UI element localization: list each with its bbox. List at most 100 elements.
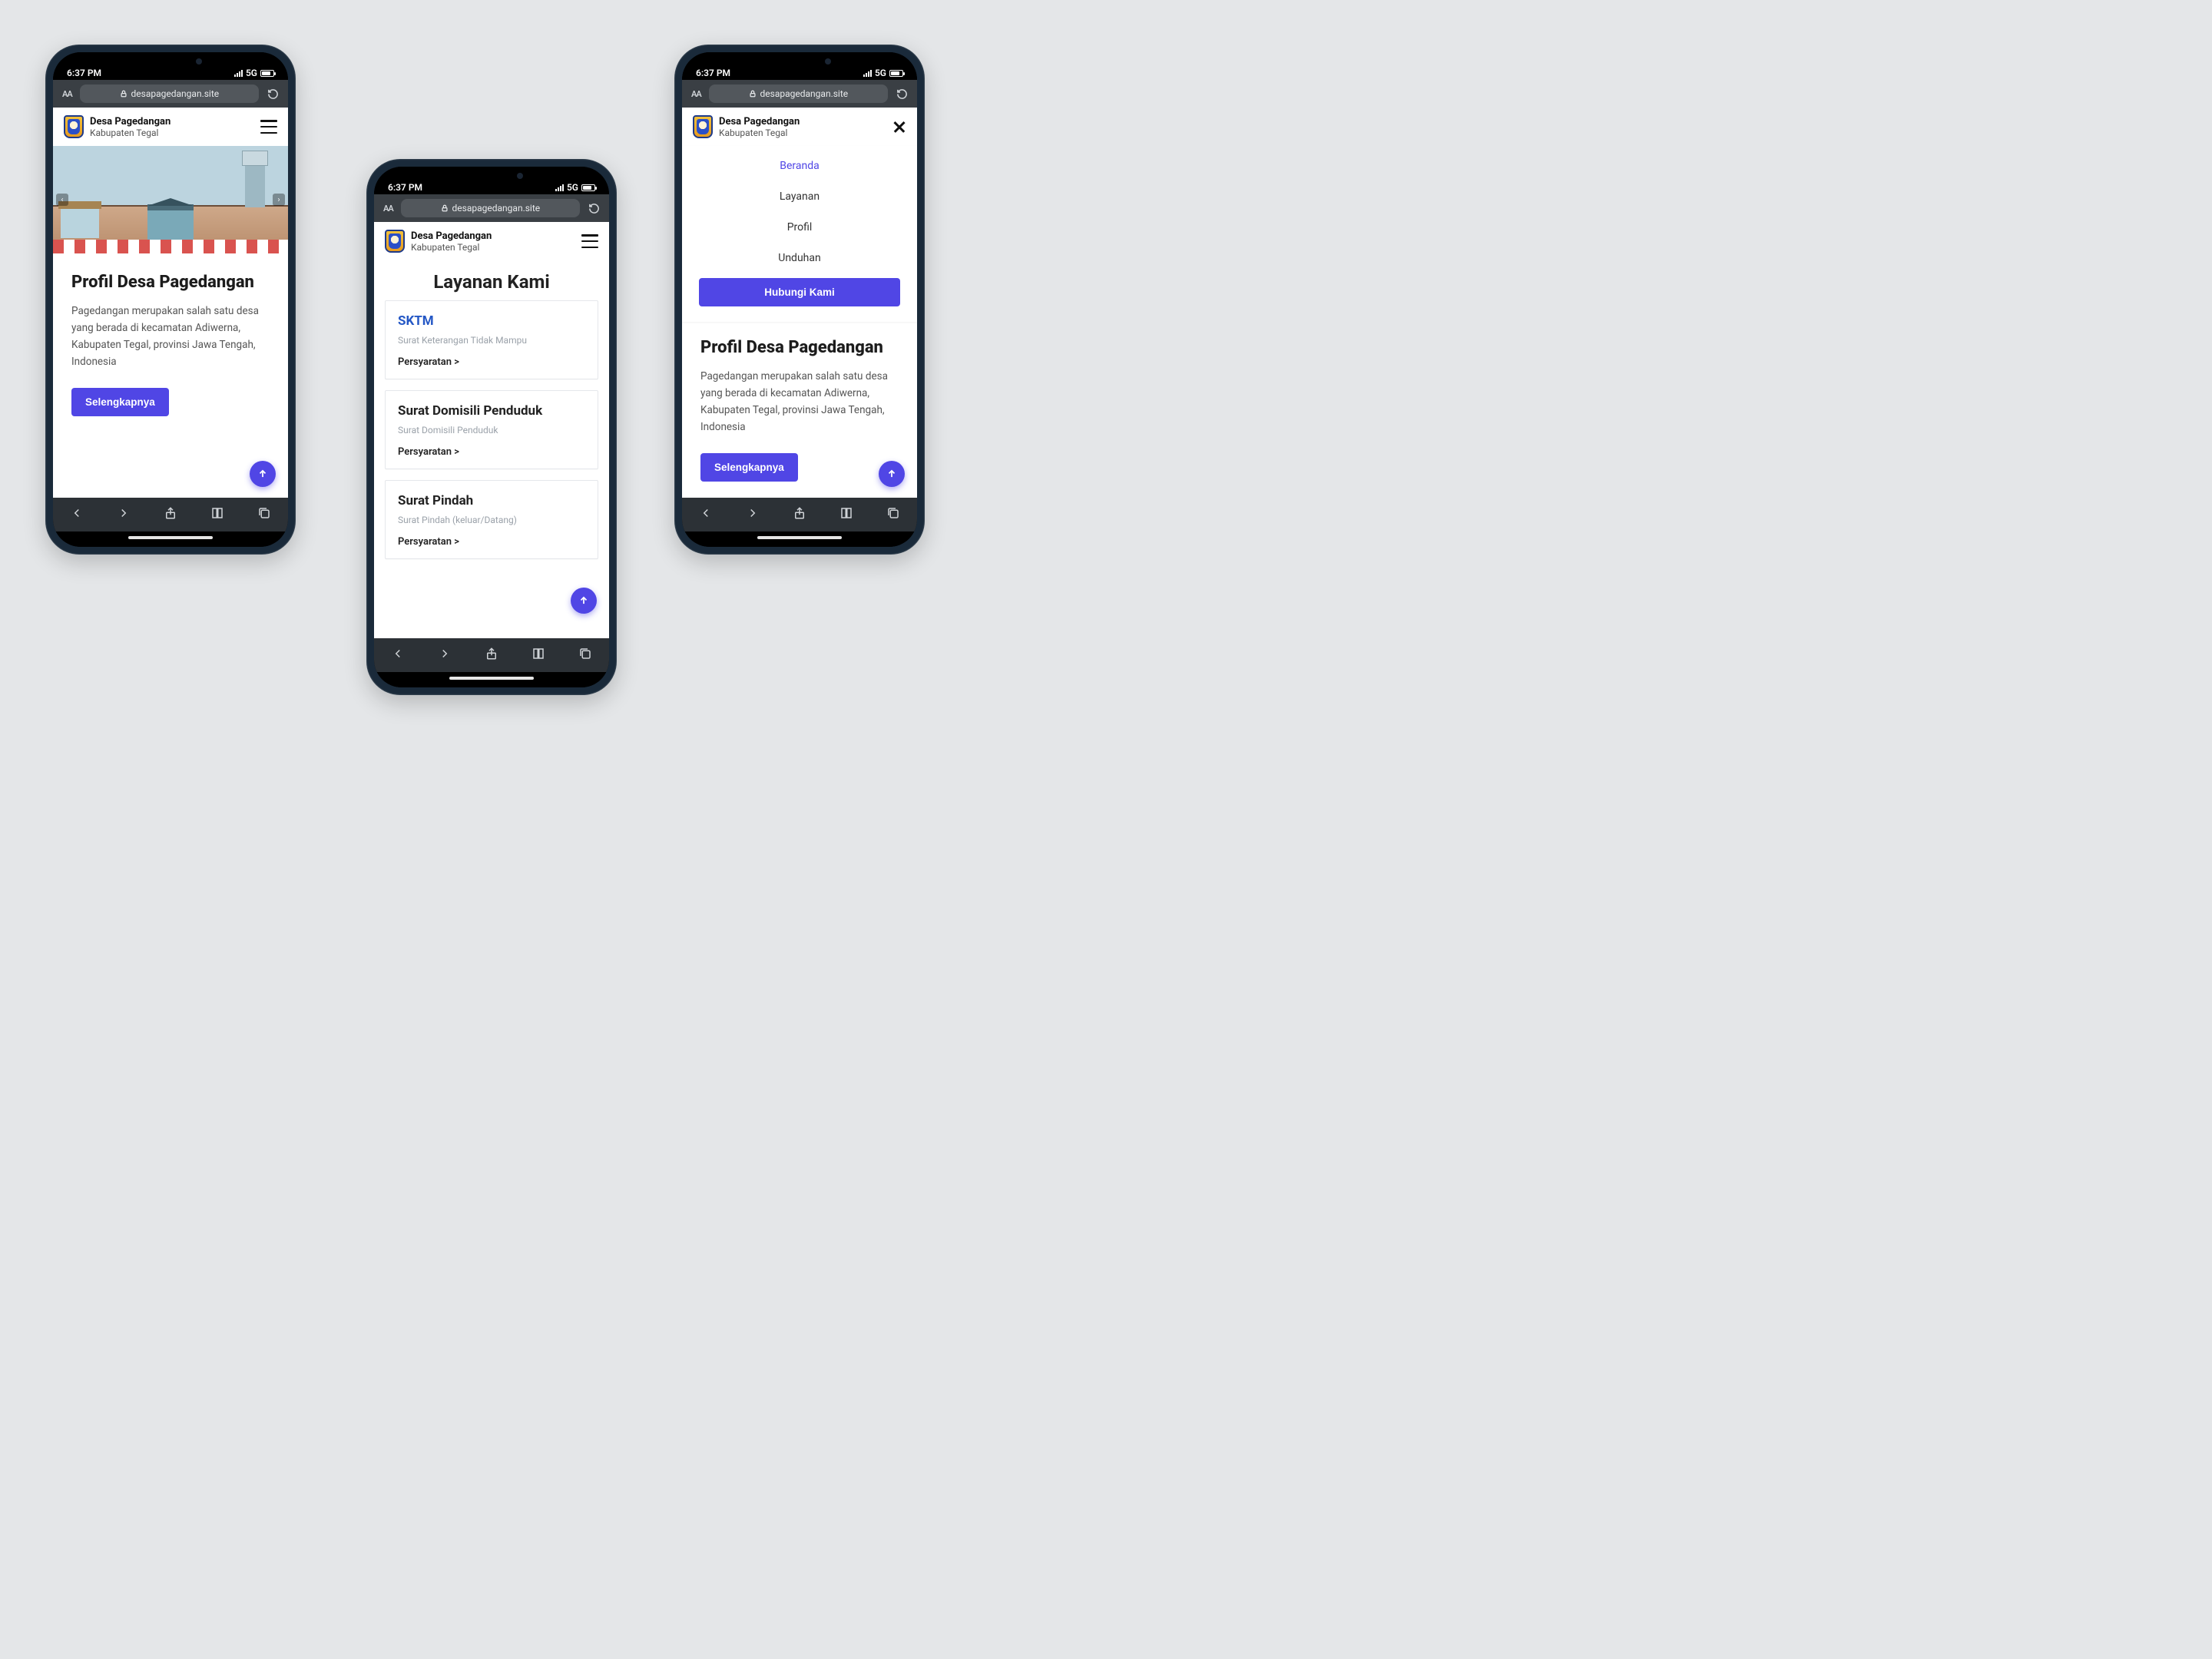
browser-tabs[interactable] (578, 647, 592, 664)
signal-icon (863, 70, 872, 77)
reload-icon (588, 203, 600, 214)
browser-back[interactable] (70, 506, 84, 523)
hero-carousel[interactable]: ‹ › (53, 146, 288, 253)
nav-item-layanan[interactable]: Layanan (699, 181, 900, 212)
hubungi-kami-button[interactable]: Hubungi Kami (699, 278, 900, 306)
arrow-up-icon (578, 595, 589, 606)
menu-close-button[interactable] (892, 120, 906, 134)
browser-share[interactable] (485, 647, 498, 664)
battery-icon (889, 70, 903, 77)
reload-button[interactable] (267, 88, 279, 100)
persyaratan-link[interactable]: Persyaratan > (398, 536, 585, 548)
site-header: Desa Pagedangan Kabupaten Tegal (53, 108, 288, 146)
selengkapnya-button[interactable]: Selengkapnya (71, 388, 169, 416)
reload-button[interactable] (896, 88, 908, 100)
reload-button[interactable] (588, 202, 600, 214)
signal-icon (234, 70, 243, 77)
layanan-card: SKTM Surat Keterangan Tidak Mampu Persyara… (385, 300, 598, 379)
profile-heading: Profil Desa Pagedangan (71, 272, 270, 293)
browser-share[interactable] (793, 506, 806, 523)
lock-icon (441, 204, 449, 212)
arrow-up-icon (257, 469, 268, 479)
url-field[interactable]: desapagedangan.site (80, 84, 259, 103)
browser-forward[interactable] (117, 506, 131, 523)
url-field[interactable]: desapagedangan.site (709, 84, 888, 103)
network-label: 5G (567, 182, 578, 193)
site-name: Desa Pagedangan (411, 230, 492, 242)
layanan-card: Surat Pindah Surat Pindah (keluar/Datang)… (385, 480, 598, 559)
site-region: Kabupaten Tegal (90, 127, 171, 138)
url-text: desapagedangan.site (452, 203, 541, 214)
signal-icon (555, 184, 564, 191)
browser-toolbar (53, 498, 288, 531)
text-size-button[interactable]: AA (383, 204, 393, 214)
text-size-button[interactable]: AA (691, 89, 701, 99)
reload-icon (267, 88, 279, 100)
browser-back[interactable] (699, 506, 713, 523)
layanan-card-title: Surat Pindah (398, 493, 585, 508)
browser-back[interactable] (391, 647, 405, 664)
reload-icon (896, 88, 908, 100)
browser-share[interactable] (164, 506, 177, 523)
browser-address-bar: AA desapagedangan.site (374, 194, 609, 222)
home-indicator (682, 531, 917, 547)
site-name: Desa Pagedangan (90, 116, 171, 127)
nav-item-profil[interactable]: Profil (699, 212, 900, 243)
browser-tabs[interactable] (886, 506, 900, 523)
site-logo (64, 115, 84, 138)
status-time: 6:37 PM (696, 68, 730, 78)
persyaratan-link[interactable]: Persyaratan > (398, 446, 585, 458)
network-label: 5G (875, 68, 886, 78)
url-text: desapagedangan.site (131, 88, 220, 99)
device-notch (434, 167, 549, 185)
profile-body: Pagedangan merupakan salah satu desa yan… (700, 368, 899, 436)
scroll-top-button[interactable] (571, 588, 597, 614)
url-field[interactable]: desapagedangan.site (401, 199, 580, 217)
lock-icon (120, 90, 127, 98)
persyaratan-link[interactable]: Persyaratan > (398, 356, 585, 368)
browser-bookmarks[interactable] (531, 647, 545, 664)
site-region: Kabupaten Tegal (719, 127, 800, 138)
menu-button[interactable] (260, 120, 277, 134)
browser-bookmarks[interactable] (839, 506, 853, 523)
arrow-up-icon (886, 469, 897, 479)
selengkapnya-button[interactable]: Selengkapnya (700, 453, 798, 482)
status-time: 6:37 PM (388, 182, 422, 193)
layanan-card-title: Surat Domisili Penduduk (398, 403, 585, 419)
status-time: 6:37 PM (67, 68, 101, 78)
site-logo (385, 230, 405, 253)
site-header: Desa Pagedangan Kabupaten Tegal (374, 222, 609, 260)
layanan-heading: Layanan Kami (374, 260, 609, 300)
phone-mockup-layanan: 6:37 PM 5G AA desapagedangan.site (366, 159, 617, 695)
browser-forward[interactable] (746, 506, 760, 523)
layanan-card-title[interactable]: SKTM (398, 313, 585, 329)
profile-heading: Profil Desa Pagedangan (700, 337, 899, 359)
device-notch (742, 52, 857, 71)
home-indicator (374, 672, 609, 687)
nav-item-unduhan[interactable]: Unduhan (699, 243, 900, 273)
layanan-card-subtitle: Surat Domisili Penduduk (398, 425, 585, 435)
network-label: 5G (246, 68, 257, 78)
phone-mockup-home: 6:37 PM 5G AA desapagedangan.site (45, 45, 296, 555)
browser-toolbar (682, 498, 917, 531)
browser-toolbar (374, 638, 609, 672)
browser-tabs[interactable] (257, 506, 271, 523)
browser-forward[interactable] (438, 647, 452, 664)
url-text: desapagedangan.site (760, 88, 849, 99)
site-header: Desa Pagedangan Kabupaten Tegal (682, 108, 917, 146)
scroll-top-button[interactable] (879, 461, 905, 487)
nav-item-beranda[interactable]: Beranda (699, 151, 900, 181)
lock-icon (749, 90, 757, 98)
scroll-top-button[interactable] (250, 461, 276, 487)
menu-button[interactable] (581, 234, 598, 248)
nav-menu: BerandaLayananProfilUnduhan Hubungi Kami (682, 146, 917, 322)
home-indicator (53, 531, 288, 547)
battery-icon (581, 184, 595, 191)
layanan-card-subtitle: Surat Keterangan Tidak Mampu (398, 335, 585, 346)
carousel-prev[interactable]: ‹ (56, 194, 68, 206)
browser-bookmarks[interactable] (210, 506, 224, 523)
layanan-card-subtitle: Surat Pindah (keluar/Datang) (398, 515, 585, 525)
carousel-next[interactable]: › (273, 194, 285, 206)
text-size-button[interactable]: AA (62, 89, 72, 99)
layanan-card: Surat Domisili Penduduk Surat Domisili Pe… (385, 390, 598, 469)
